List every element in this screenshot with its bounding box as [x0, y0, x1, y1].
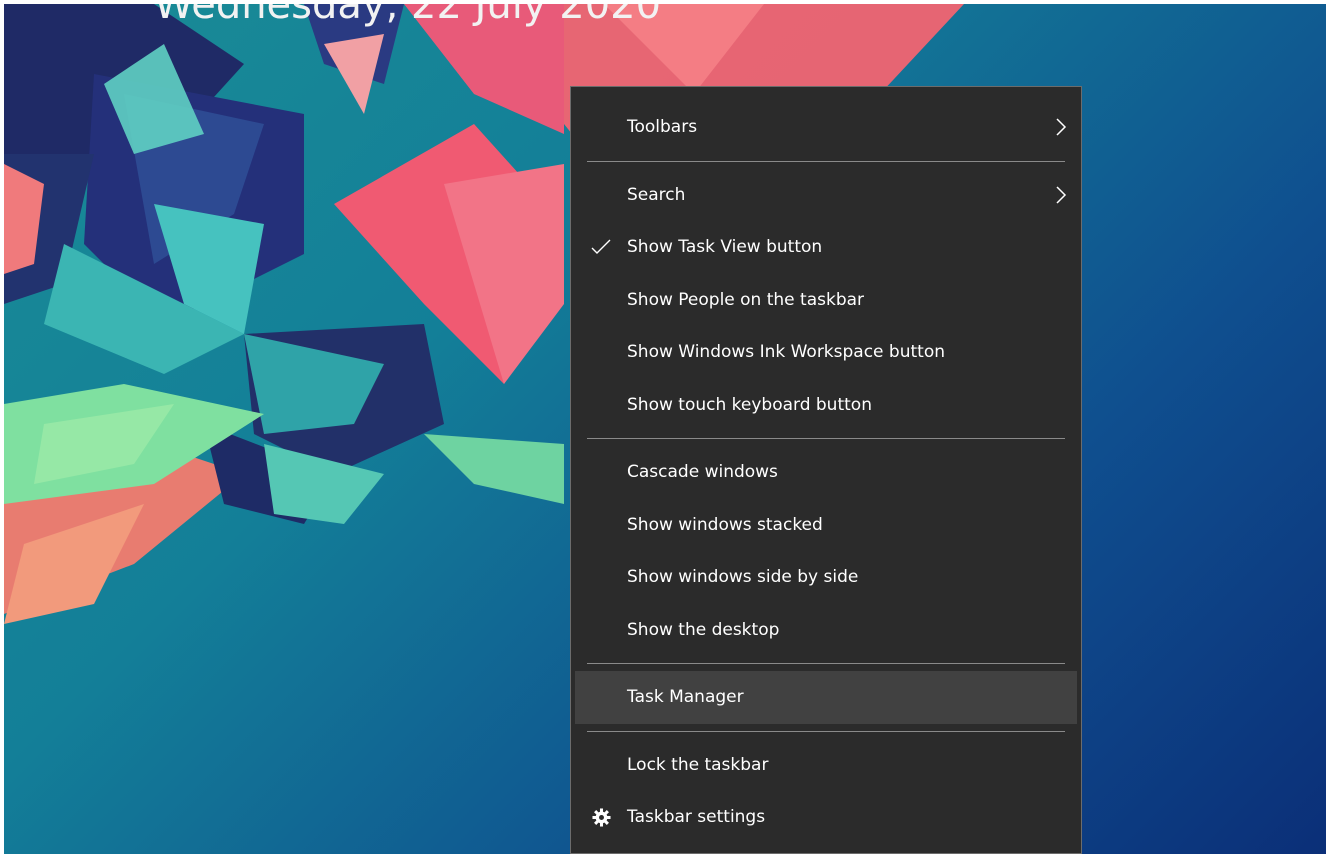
menu-item-label: Show touch keyboard button — [627, 394, 872, 415]
menu-item-show-desktop[interactable]: Show the desktop — [575, 604, 1077, 657]
menu-item-show-windows-side-by-side[interactable]: Show windows side by side — [575, 551, 1077, 604]
menu-item-search[interactable]: Search — [575, 169, 1077, 222]
chevron-right-icon — [1056, 118, 1067, 136]
menu-item-label: Show windows stacked — [627, 514, 823, 535]
menu-item-label: Show windows side by side — [627, 567, 859, 587]
menu-item-label: Task Manager — [627, 687, 744, 707]
menu-item-label: Show Task View button — [627, 237, 823, 257]
menu-item-show-ink-workspace[interactable]: Show Windows Ink Workspace button — [575, 326, 1077, 379]
menu-item-taskbar-settings[interactable]: Taskbar settings — [575, 791, 1077, 844]
menu-item-label: Lock the taskbar — [627, 754, 769, 775]
menu-item-show-people[interactable]: Show People on the taskbar — [575, 274, 1077, 327]
checkmark-icon — [591, 239, 611, 254]
menu-item-label: Show Windows Ink Workspace button — [627, 342, 945, 362]
chevron-right-icon — [1056, 185, 1067, 204]
taskbar-context-menu: Toolbars Search Show Task View button Sh… — [570, 86, 1082, 854]
menu-item-label: Search — [627, 184, 686, 205]
menu-separator — [587, 730, 1065, 732]
menu-separator — [587, 663, 1065, 664]
menu-item-show-windows-stacked[interactable]: Show windows stacked — [575, 499, 1077, 552]
menu-item-show-touch-keyboard[interactable]: Show touch keyboard button — [575, 379, 1077, 432]
menu-item-toolbars[interactable]: Toolbars — [575, 101, 1077, 154]
menu-separator — [587, 438, 1065, 439]
menu-item-show-task-view-button[interactable]: Show Task View button — [575, 221, 1077, 274]
menu-item-task-manager[interactable]: Task Manager — [575, 671, 1077, 724]
menu-item-cascade-windows[interactable]: Cascade windows — [575, 446, 1077, 499]
menu-item-lock-taskbar[interactable]: Lock the taskbar — [575, 739, 1077, 792]
menu-item-label: Toolbars — [627, 117, 698, 137]
menu-item-label: Cascade windows — [627, 462, 778, 482]
menu-item-label: Taskbar settings — [627, 807, 766, 827]
menu-item-label: Show the desktop — [627, 619, 780, 640]
menu-separator — [587, 160, 1065, 162]
menu-item-label: Show People on the taskbar — [627, 289, 865, 310]
gear-icon — [592, 808, 611, 827]
lock-screen-date: Wednesday, 22 July 2020 — [154, 4, 662, 28]
